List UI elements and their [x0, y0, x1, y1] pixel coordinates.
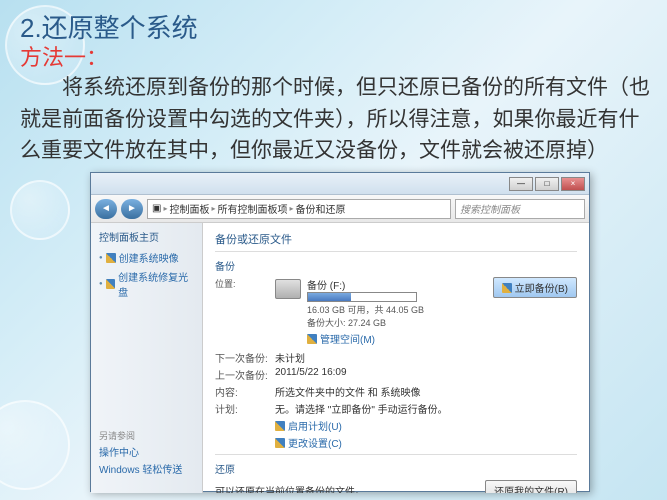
- back-button[interactable]: ◄: [95, 199, 117, 219]
- shield-icon: [275, 421, 285, 431]
- backup-window: — □ × ◄ ► ▣ ▸ 控制面板 ▸ 所有控制面板项 ▸ 备份和还原 搜索控…: [90, 172, 590, 492]
- main-panel: 备份或还原文件 备份 位置: 备份 (F:) 16.03 GB 可用，共 44.…: [203, 223, 589, 493]
- see-also-label: 另请参阅: [99, 429, 194, 442]
- size-label: 备份大小:: [307, 318, 346, 328]
- forward-button[interactable]: ►: [121, 199, 143, 219]
- manage-space-link[interactable]: 管理空间(M): [320, 331, 375, 346]
- search-input[interactable]: 搜索控制面板: [455, 199, 585, 219]
- location-label: 位置:: [215, 277, 269, 290]
- minimize-button[interactable]: —: [509, 177, 533, 191]
- shield-icon: [106, 253, 116, 263]
- restore-text: 可以还原在当前位置备份的文件。: [215, 483, 365, 493]
- sidebar-easy-transfer[interactable]: Windows 轻松传送: [99, 461, 194, 476]
- maximize-button[interactable]: □: [535, 177, 559, 191]
- last-backup-label: 上一次备份:: [215, 367, 275, 382]
- slide-method: 方法一：: [20, 40, 108, 72]
- shield-icon: [106, 279, 115, 289]
- last-backup-value: 2011/5/22 16:09: [275, 367, 577, 382]
- content-value: 所选文件夹中的文件 和 系统映像: [275, 384, 577, 399]
- address-bar: ◄ ► ▣ ▸ 控制面板 ▸ 所有控制面板项 ▸ 备份和还原 搜索控制面板: [91, 195, 589, 223]
- bc-item[interactable]: 备份和还原: [296, 201, 346, 216]
- change-settings-link[interactable]: 更改设置(C): [288, 435, 342, 450]
- space-text: 16.03 GB 可用，共 44.05 GB: [307, 303, 487, 316]
- content-label: 内容:: [215, 384, 275, 399]
- shield-icon: [275, 438, 285, 448]
- close-button[interactable]: ×: [561, 177, 585, 191]
- titlebar: — □ ×: [91, 173, 589, 195]
- breadcrumb[interactable]: ▣ ▸ 控制面板 ▸ 所有控制面板项 ▸ 备份和还原: [147, 199, 451, 219]
- enable-schedule-link[interactable]: 启用计划(U): [288, 418, 342, 433]
- slide-text: 将系统还原到备份的那个时候，但只还原已备份的所有文件（也就是前面备份设置中勾选的…: [20, 72, 652, 167]
- sidebar-create-disc[interactable]: 创建系统修复光盘: [99, 269, 194, 299]
- shield-icon: [502, 283, 512, 293]
- plan-value: 无。请选择 "立即备份" 手动运行备份。: [275, 401, 577, 416]
- sidebar-action-center[interactable]: 操作中心: [99, 444, 194, 459]
- shield-icon: [307, 334, 317, 344]
- restore-section-label: 还原: [215, 461, 577, 476]
- backup-now-button[interactable]: 立即备份(B): [493, 277, 577, 298]
- sidebar: 控制面板主页 创建系统映像 创建系统修复光盘 另请参阅 操作中心 Windows…: [91, 223, 203, 493]
- page-title: 备份或还原文件: [215, 231, 577, 247]
- plan-label: 计划:: [215, 401, 275, 416]
- size-value: 27.24 GB: [348, 318, 386, 328]
- next-backup-value: 未计划: [275, 350, 577, 365]
- bc-item[interactable]: 控制面板: [169, 201, 209, 216]
- drive-icon: [275, 279, 301, 299]
- next-backup-label: 下一次备份:: [215, 350, 275, 365]
- sidebar-home[interactable]: 控制面板主页: [99, 229, 194, 244]
- sidebar-create-image[interactable]: 创建系统映像: [99, 250, 194, 265]
- space-bar: [307, 292, 417, 302]
- bc-item[interactable]: 所有控制面板项: [217, 201, 287, 216]
- restore-files-button[interactable]: 还原我的文件(R): [485, 480, 577, 493]
- location-value: 备份 (F:): [307, 277, 487, 292]
- breadcrumb-icon: ▣: [152, 203, 161, 214]
- backup-section-label: 备份: [215, 258, 577, 273]
